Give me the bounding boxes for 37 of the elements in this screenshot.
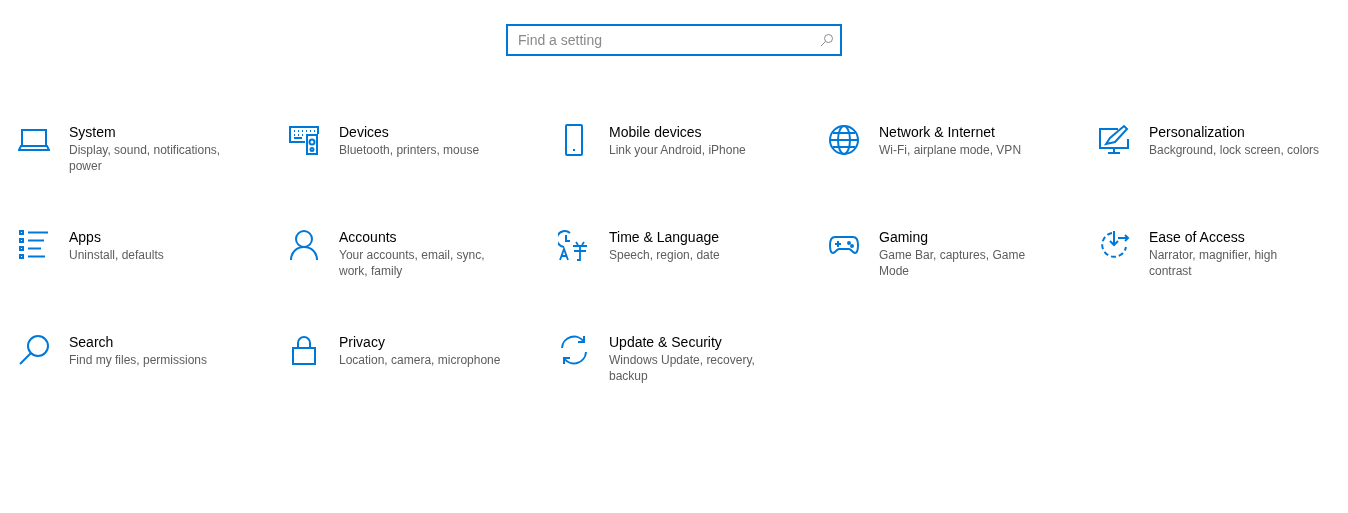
search-field[interactable]: Find a setting <box>506 24 842 56</box>
category-description: Uninstall, defaults <box>69 247 165 263</box>
dashed-circle-arrow-icon[interactable] <box>1098 229 1130 261</box>
category-description: Speech, region, date <box>609 247 721 263</box>
category-description: Find my files, permissions <box>69 352 209 368</box>
category-link[interactable]: Network & Internet <box>879 122 1052 142</box>
category-description: Bluetooth, printers, mouse <box>339 142 481 158</box>
category-description: Narrator, magnifier, high contrast <box>1149 247 1279 279</box>
category-description: Game Bar, captures, Game Mode <box>879 247 1027 279</box>
keyboard-speaker-icon[interactable] <box>288 124 320 156</box>
sync-arrows-icon[interactable] <box>558 334 590 366</box>
category-description: Your accounts, email, sync, work, family <box>339 247 486 279</box>
category-description: Wi-Fi, airplane mode, VPN <box>879 142 1023 158</box>
category-description: Background, lock screen, colors <box>1149 142 1321 158</box>
clock-letters-icon[interactable] <box>558 229 590 261</box>
category-link[interactable]: Ease of Access <box>1149 227 1322 247</box>
category-link[interactable]: Privacy <box>339 332 512 352</box>
category-link[interactable]: Update & Security <box>609 332 782 352</box>
category-description: Display, sound, notifications, power <box>69 142 222 174</box>
category-link[interactable]: Mobile devices <box>609 122 782 142</box>
category-link[interactable]: Personalization <box>1149 122 1322 142</box>
category-link[interactable]: Search <box>69 332 242 352</box>
category-description: Windows Update, recovery, backup <box>609 352 756 384</box>
monitor-brush-icon[interactable] <box>1098 124 1130 156</box>
category-link[interactable]: Time & Language <box>609 227 782 247</box>
search-icon[interactable] <box>18 334 50 366</box>
category-description: Link your Android, iPhone <box>609 142 747 158</box>
category-description: Location, camera, microphone <box>339 352 502 368</box>
category-link[interactable]: Apps <box>69 227 242 247</box>
category-link[interactable]: Accounts <box>339 227 512 247</box>
person-icon[interactable] <box>288 229 320 261</box>
list-icon[interactable] <box>18 229 50 261</box>
globe-icon[interactable] <box>828 124 860 156</box>
category-link[interactable]: System <box>69 122 242 142</box>
category-link[interactable]: Gaming <box>879 227 1052 247</box>
category-link[interactable]: Devices <box>339 122 512 142</box>
search-icon <box>820 33 834 47</box>
